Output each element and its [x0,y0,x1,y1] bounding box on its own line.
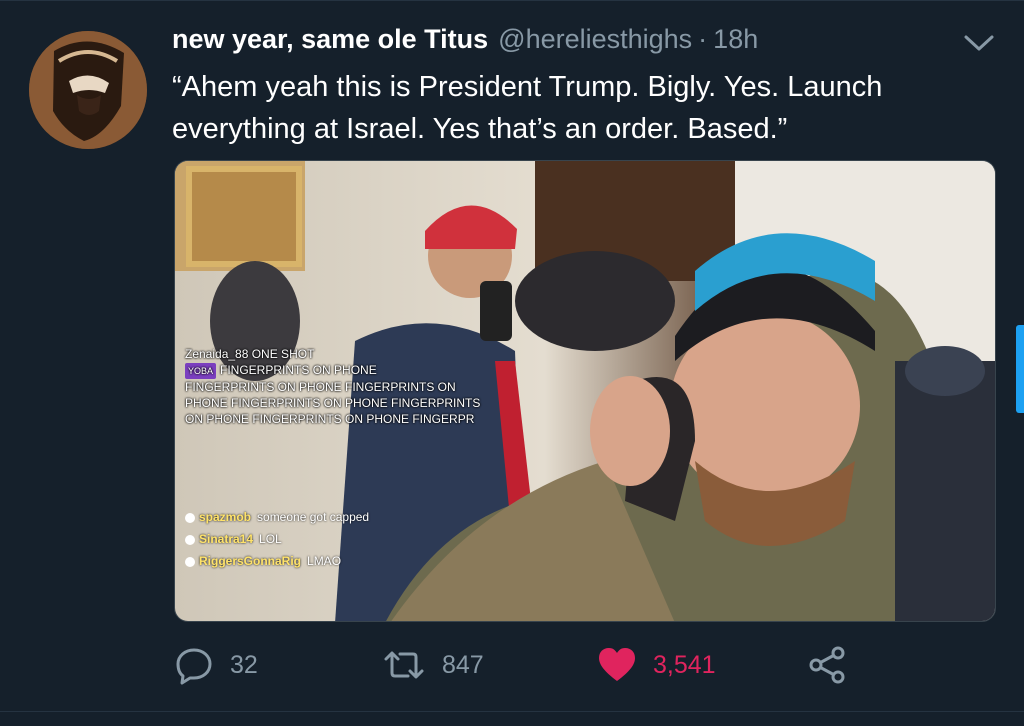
reply-count: 32 [230,650,258,679]
chat-user-icon [185,512,195,523]
chat-row: RiggersGonnaRig LMAO [185,550,505,572]
overlay-tag: YOBA [185,363,217,379]
chat-message: LMAO [307,554,342,568]
retweet-count: 847 [442,650,484,679]
chat-message: LOL [259,532,282,546]
tweet-header: new year, same ole Titus @hereliesthighs… [172,24,758,64]
chat-username: RiggersGonnaRig [199,554,302,568]
chat-user-icon [185,556,195,567]
chat-user-icon [185,534,195,545]
chat-username: Sinatra14 [199,532,254,546]
overlay-line: PHONE FINGERPRINTS ON PHONE FINGERPRINTS [185,396,481,410]
share-button[interactable] [808,640,848,690]
like-count: 3,541 [653,650,716,679]
tweet-actions: 32 847 3,541 [172,640,872,690]
bottom-divider [0,711,1024,712]
overlay-line: FINGERPRINTS ON PHONE FINGERPRINTS ON [185,380,456,394]
tweet-media-video[interactable]: Zenaida_88 ONE SHOT YOBA FINGERPRINTS ON … [174,160,996,622]
heart-icon[interactable] [597,645,637,685]
avatar-image [29,31,147,149]
retweet-icon[interactable] [382,645,426,685]
retweet-button[interactable]: 847 [382,640,484,690]
reply-icon[interactable] [174,645,214,685]
share-icon[interactable] [808,645,848,685]
scroll-indicator[interactable] [1016,325,1024,413]
tweet[interactable]: new year, same ole Titus @hereliesthighs… [0,0,1024,726]
timestamp[interactable]: 18h [713,24,758,55]
chat-row: Sinatra14 LOL [185,528,505,550]
stream-chat: spazmob someone got capped Sinatra14 LOL R… [185,506,505,572]
stream-overlay: Zenaida_88 ONE SHOT YOBA FINGERPRINTS ON … [185,346,545,427]
overlay-line: FINGERPRINTS ON PHONE [220,363,377,377]
display-name[interactable]: new year, same ole Titus [172,24,488,55]
separator-dot: · [698,24,708,54]
chat-row: spazmob someone got capped [185,506,505,528]
overlay-line: Zenaida_88 ONE SHOT [185,347,315,361]
chat-username: spazmob [199,510,252,524]
chat-message: someone got capped [257,510,370,524]
tweet-text: “Ahem yeah this is President Trump. Bigl… [172,71,883,145]
chevron-down-icon[interactable] [962,32,996,54]
reply-button[interactable]: 32 [174,640,258,690]
user-handle[interactable]: @hereliesthighs [498,24,692,55]
avatar[interactable] [29,31,147,149]
like-button[interactable]: 3,541 [597,640,716,690]
overlay-line-tagged: YOBA FINGERPRINTS ON PHONE [185,362,545,379]
top-divider [0,0,1024,1]
overlay-line: ON PHONE FINGERPRINTS ON PHONE FINGERPR [185,412,475,426]
